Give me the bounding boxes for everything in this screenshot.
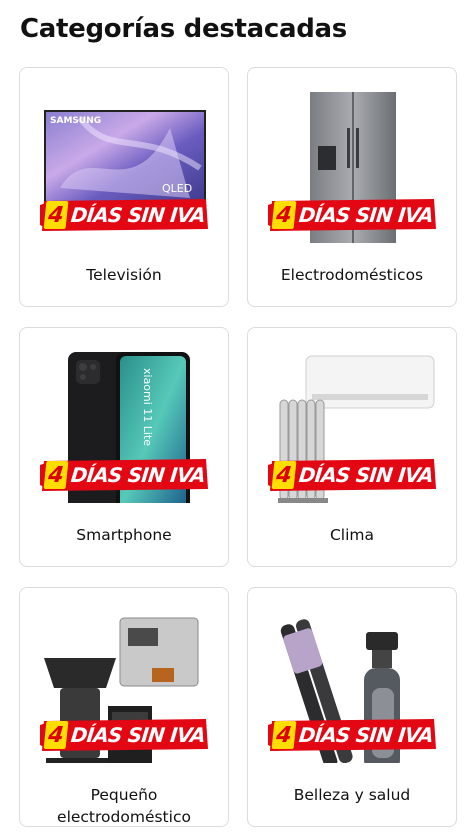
category-label: Televisión bbox=[86, 266, 162, 284]
category-label: Pequeño electrodoméstico bbox=[57, 786, 191, 826]
badge-number: 4 bbox=[43, 721, 69, 749]
badge-number: 4 bbox=[43, 461, 69, 489]
page-title: Categorías destacadas bbox=[20, 14, 347, 44]
category-card-television[interactable]: SAMSUNG QLED 4 DÍAS SIN IVA Televisión bbox=[19, 67, 229, 307]
badge-label: DÍAS SIN IVA bbox=[69, 203, 207, 227]
badge-number: 4 bbox=[271, 721, 297, 749]
category-label: Electrodomésticos bbox=[280, 266, 424, 284]
tv-model-text: QLED bbox=[162, 182, 192, 195]
badge-label: DÍAS SIN IVA bbox=[297, 463, 435, 487]
badge-label: DÍAS SIN IVA bbox=[297, 203, 435, 227]
tax-free-badge: 4 DÍAS SIN IVA bbox=[40, 717, 210, 753]
category-card-small-appliances[interactable]: 4 DÍAS SIN IVA Pequeño electrodoméstico bbox=[19, 587, 229, 827]
category-label: Belleza y salud bbox=[293, 786, 411, 804]
badge-number: 4 bbox=[271, 201, 297, 229]
category-card-beauty[interactable]: 4 DÍAS SIN IVA Belleza y salud bbox=[247, 587, 457, 827]
tax-free-badge: 4 DÍAS SIN IVA bbox=[40, 197, 210, 233]
badge-number: 4 bbox=[43, 201, 69, 229]
category-label: Clima bbox=[329, 526, 375, 544]
tax-free-badge: 4 DÍAS SIN IVA bbox=[40, 457, 210, 493]
badge-label: DÍAS SIN IVA bbox=[297, 723, 435, 747]
tax-free-badge: 4 DÍAS SIN IVA bbox=[268, 717, 438, 753]
badge-label: DÍAS SIN IVA bbox=[69, 723, 207, 747]
badge-label: DÍAS SIN IVA bbox=[69, 463, 207, 487]
phone-brand-text: xiaomi 11 Lite bbox=[141, 368, 154, 446]
category-label: Smartphone bbox=[76, 526, 172, 544]
category-card-climate[interactable]: 4 DÍAS SIN IVA Clima bbox=[247, 327, 457, 567]
category-card-smartphone[interactable]: xiaomi 11 Lite 4 DÍAS SIN IVA Smartphone bbox=[19, 327, 229, 567]
category-card-appliances[interactable]: 4 DÍAS SIN IVA Electrodomésticos bbox=[247, 67, 457, 307]
tax-free-badge: 4 DÍAS SIN IVA bbox=[268, 457, 438, 493]
tax-free-badge: 4 DÍAS SIN IVA bbox=[268, 197, 438, 233]
tv-brand-text: SAMSUNG bbox=[50, 116, 101, 126]
badge-number: 4 bbox=[271, 461, 297, 489]
